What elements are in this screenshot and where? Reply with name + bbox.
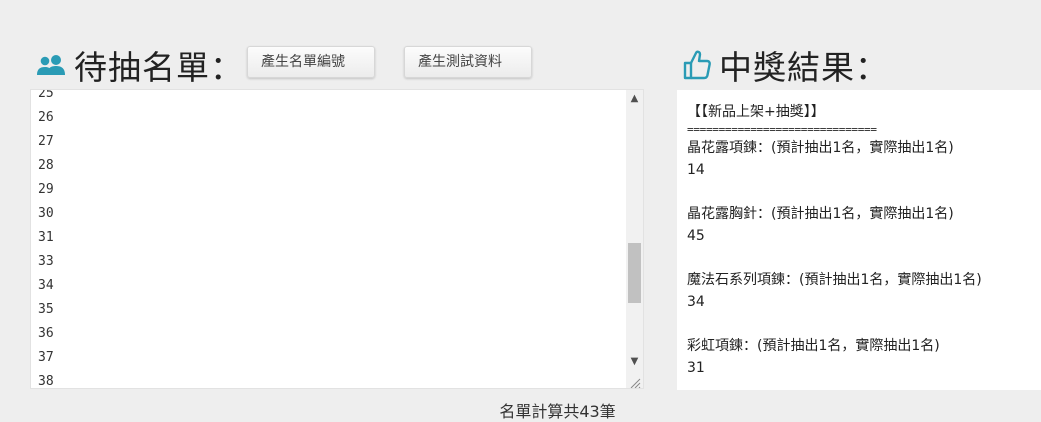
scroll-down-arrow-icon[interactable]: ▼ (626, 353, 643, 370)
candidate-line: 36 (38, 326, 54, 341)
prize-line: 彩虹項鍊：(預計抽出1名，實際抽出1名) (687, 338, 940, 354)
resize-grip-icon[interactable] (629, 374, 641, 388)
candidate-line: 37 (38, 350, 54, 365)
lottery-page: 待抽名單： 產生名單編號 產生測試資料 中獎結果： 25 26 27 28 29 30 31… (0, 0, 1041, 422)
winner-number: 14 (687, 162, 705, 178)
winner-number: 34 (687, 294, 705, 310)
generate-list-numbers-button[interactable]: 產生名單編號 (247, 46, 375, 78)
candidate-line: 35 (38, 302, 54, 317)
candidate-lines: 25 26 27 28 29 30 31 33 34 35 36 37 38 (38, 89, 54, 389)
candidate-line: 25 (38, 89, 54, 101)
prize-line: 晶花露項鍊：(預計抽出1名，實際抽出1名) (687, 140, 954, 156)
candidate-line: 34 (38, 278, 54, 293)
candidate-line: 27 (38, 134, 54, 149)
candidate-line: 30 (38, 206, 54, 221)
winner-results-content: 【【新品上架+抽獎】】 ============================… (687, 101, 982, 379)
generate-test-data-button[interactable]: 產生測試資料 (404, 46, 532, 78)
candidate-line: 26 (38, 110, 54, 125)
vertical-scrollbar[interactable]: ▲ ▼ (626, 90, 643, 388)
winner-results-header: 中獎結果： (683, 40, 889, 90)
scrollbar-thumb[interactable] (628, 243, 641, 303)
candidate-list-header: 待抽名單： (36, 40, 244, 90)
candidate-line: 29 (38, 182, 54, 197)
results-header-line: 【【新品上架+抽獎】】 (687, 104, 825, 120)
candidate-line: 38 (38, 374, 54, 389)
candidate-count-text: 名單計算共43筆 (499, 402, 616, 421)
people-icon (36, 53, 66, 77)
winner-results-panel[interactable]: 【【新品上架+抽獎】】 ============================… (677, 90, 1041, 390)
winner-number: 45 (687, 228, 705, 244)
candidate-line: 28 (38, 158, 54, 173)
thumbs-up-icon (683, 50, 711, 80)
candidate-line: 33 (38, 254, 54, 269)
candidate-list-textarea[interactable]: 25 26 27 28 29 30 31 33 34 35 36 37 38 ▲ ▼ (30, 89, 644, 389)
prize-line: 晶花露胸針：(預計抽出1名，實際抽出1名) (687, 206, 954, 222)
candidate-line: 31 (38, 230, 54, 245)
scroll-up-arrow-icon[interactable]: ▲ (626, 90, 643, 107)
winner-number: 31 (687, 360, 705, 376)
results-separator: ============================== (687, 123, 877, 136)
candidate-list-title: 待抽名單： (74, 48, 244, 87)
winner-results-title: 中獎結果： (719, 48, 889, 87)
prize-line: 魔法石系列項鍊：(預計抽出1名，實際抽出1名) (687, 272, 982, 288)
